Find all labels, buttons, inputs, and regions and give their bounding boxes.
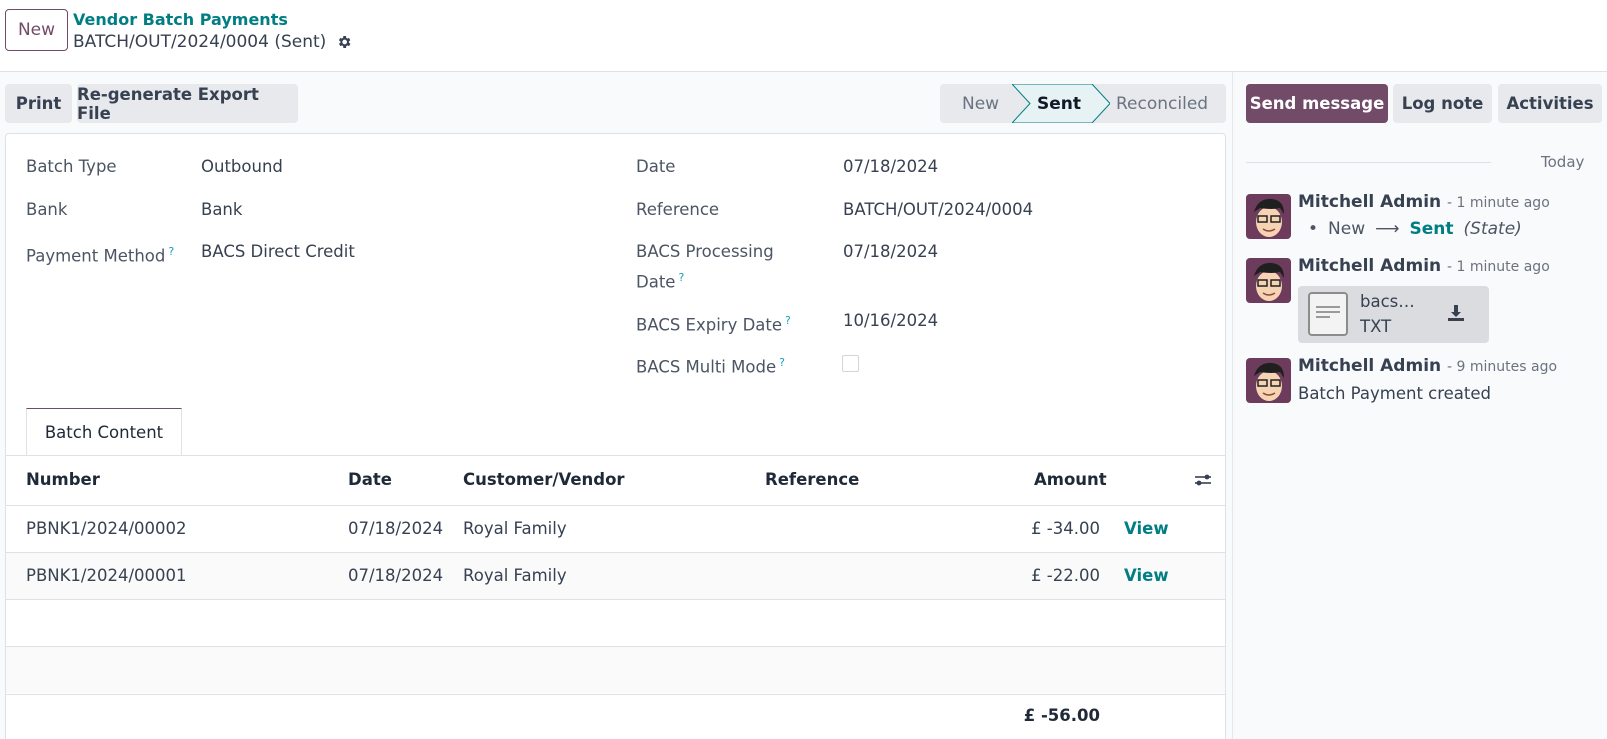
new-button[interactable]: New [5, 9, 68, 51]
message-time: - 1 minute ago [1447, 195, 1550, 211]
control-panel: New Vendor Batch Payments BATCH/OUT/2024… [0, 0, 1607, 72]
attachment-extension: TXT [1360, 317, 1392, 336]
cell-number: PBNK1/2024/00002 [26, 519, 187, 538]
regenerate-export-file-button[interactable]: Re-generate Export File [77, 84, 298, 123]
tracking-new-value: Sent [1409, 219, 1454, 239]
bacs-processing-date-label: BACS Processing Date? [636, 242, 774, 292]
date-label: Date [636, 157, 676, 176]
message-body: Batch Payment created [1298, 384, 1492, 403]
status-new[interactable]: New [962, 84, 999, 123]
avatar[interactable] [1246, 258, 1291, 303]
cell-partner: Royal Family [463, 566, 567, 585]
cell-amount: £ -22.00 [1031, 566, 1100, 585]
chatter-panel [1232, 72, 1607, 739]
column-date[interactable]: Date [348, 468, 392, 492]
avatar[interactable] [1246, 194, 1291, 239]
print-button[interactable]: Print [5, 84, 72, 123]
avatar-icon [1246, 358, 1291, 403]
empty-row [6, 599, 1225, 646]
bacs-expiry-date-label: BACS Expiry Date? [636, 314, 791, 335]
column-reference[interactable]: Reference [765, 468, 859, 492]
batch-type-value[interactable]: Outbound [201, 154, 283, 180]
reference-value[interactable]: BATCH/OUT/2024/0004 [843, 197, 1033, 223]
date-value[interactable]: 07/18/2024 [843, 154, 938, 180]
gear-icon[interactable] [336, 34, 352, 50]
download-icon[interactable] [1446, 303, 1466, 323]
column-customer-vendor[interactable]: Customer/Vendor [463, 468, 625, 492]
help-icon[interactable]: ? [168, 245, 174, 258]
tab-divider [6, 455, 1225, 456]
total-amount: £ -56.00 [1023, 706, 1100, 725]
avatar-icon [1246, 258, 1291, 303]
reference-label: Reference [636, 200, 720, 219]
statusbar: New Sent Reconciled [940, 84, 1226, 123]
payment-method-label: Payment Method? [26, 245, 175, 266]
bacs-multi-mode-checkbox[interactable] [842, 355, 859, 372]
breadcrumb-vendor-batch-payments[interactable]: Vendor Batch Payments [73, 10, 288, 29]
status-sent[interactable]: Sent [1037, 84, 1081, 123]
avatar-icon [1246, 194, 1291, 239]
view-link[interactable]: View [1124, 517, 1169, 541]
cell-amount: £ -34.00 [1031, 519, 1100, 538]
bank-value[interactable]: Bank [201, 197, 242, 223]
payment-method-value[interactable]: BACS Direct Credit [201, 239, 355, 265]
cell-date: 07/18/2024 [348, 566, 444, 585]
help-icon[interactable]: ? [779, 356, 785, 369]
message-time: - 9 minutes ago [1447, 359, 1558, 375]
bacs-expiry-date-value[interactable]: 10/16/2024 [843, 308, 938, 334]
tracking-old-value: New [1328, 219, 1366, 239]
batch-type-label: Batch Type [26, 157, 117, 176]
message-time: - 1 minute ago [1447, 259, 1550, 275]
tracking-value: • New ⟶ Sent (State) [1308, 219, 1522, 239]
attachment-name: bacs… [1360, 292, 1415, 311]
avatar[interactable] [1246, 358, 1291, 403]
tracking-field-name: (State) [1463, 219, 1522, 239]
bacs-multi-mode-label: BACS Multi Mode? [636, 356, 785, 377]
bacs-processing-date-value[interactable]: 07/18/2024 [843, 239, 938, 265]
arrow-right-icon: ⟶ [1375, 219, 1400, 239]
breadcrumb-current: BATCH/OUT/2024/0004 (Sent) [73, 32, 352, 52]
tab-batch-content[interactable]: Batch Content [26, 408, 182, 456]
send-message-button[interactable]: Send message [1246, 84, 1388, 123]
text-file-icon [1308, 292, 1348, 336]
optional-columns-icon[interactable] [1194, 471, 1212, 489]
log-note-button[interactable]: Log note [1393, 84, 1492, 123]
message-author[interactable]: Mitchell Admin - 1 minute ago [1298, 192, 1550, 212]
cell-partner: Royal Family [463, 519, 567, 538]
help-icon[interactable]: ? [785, 314, 791, 327]
table-row[interactable]: PBNK1/2024/00002 07/18/2024 Royal Family… [6, 505, 1225, 552]
activities-button[interactable]: Activities [1498, 84, 1602, 123]
table-row[interactable]: PBNK1/2024/00001 07/18/2024 Royal Family… [6, 552, 1225, 599]
bullet: • [1308, 219, 1319, 239]
attachment-card[interactable]: bacs… TXT [1298, 286, 1489, 343]
status-reconciled[interactable]: Reconciled [1116, 84, 1208, 123]
empty-row [6, 646, 1225, 693]
bank-label: Bank [26, 200, 68, 219]
help-icon[interactable]: ? [678, 271, 684, 284]
message-author[interactable]: Mitchell Admin - 1 minute ago [1298, 256, 1550, 276]
view-link[interactable]: View [1124, 564, 1169, 588]
column-amount[interactable]: Amount [1034, 468, 1107, 492]
cell-date: 07/18/2024 [348, 519, 444, 538]
column-number[interactable]: Number [26, 468, 100, 492]
date-separator: Today [1541, 153, 1585, 171]
record-name: BATCH/OUT/2024/0004 (Sent) [73, 32, 327, 52]
message-author[interactable]: Mitchell Admin - 9 minutes ago [1298, 356, 1557, 376]
date-separator-line [1246, 162, 1491, 163]
cell-number: PBNK1/2024/00001 [26, 566, 187, 585]
